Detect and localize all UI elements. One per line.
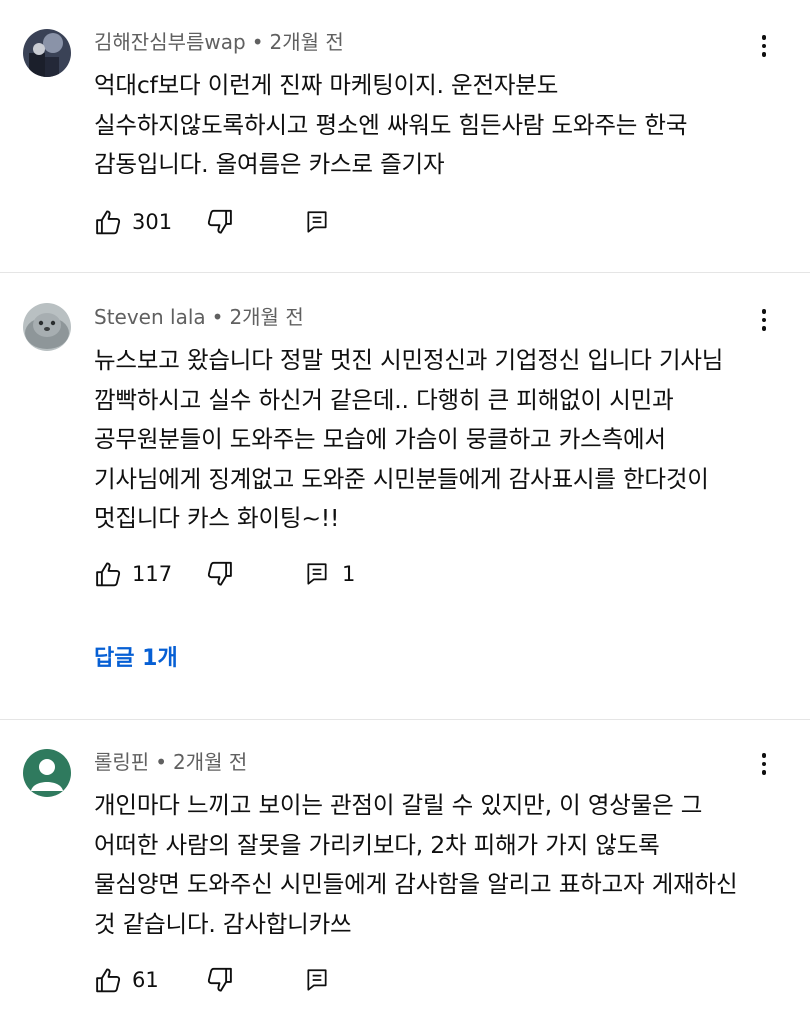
like-count: 61 <box>132 968 159 992</box>
author-name[interactable]: Steven lala <box>94 305 206 329</box>
thumb-down-icon <box>207 967 232 992</box>
comment-actions: 301 <box>94 204 330 240</box>
view-replies-link[interactable]: 답글 1개 <box>94 640 178 672</box>
separator-dot: • <box>155 750 167 774</box>
dislike-button[interactable] <box>204 559 304 589</box>
avatar[interactable] <box>23 303 71 351</box>
thumb-down-icon <box>207 561 232 586</box>
separator-dot: • <box>251 30 264 54</box>
comment-text: 뉴스보고 왔습니다 정말 멋진 시민정신과 기업정신 입니다 기사님 깜빡하시고… <box>94 346 731 532</box>
like-button[interactable]: 117 <box>94 559 204 589</box>
comment-text: 억대cf보다 이런게 진짜 마케팅이지. 운전자분도 실수하지않도록하시고 평소… <box>94 71 695 178</box>
dislike-button[interactable] <box>204 207 304 237</box>
like-button[interactable]: 301 <box>94 207 204 237</box>
comment-meta: Steven lala • 2개월 전 <box>94 303 746 331</box>
like-count: 117 <box>132 562 173 586</box>
comment-time: 2개월 전 <box>173 750 248 774</box>
like-button[interactable]: 61 <box>94 965 204 995</box>
like-count: 301 <box>132 210 173 234</box>
comment-meta: 김해잔심부름wap • 2개월 전 <box>94 28 746 56</box>
reply-icon <box>307 211 327 233</box>
reply-count: 1 <box>342 562 356 586</box>
comment-meta: 롤링핀 • 2개월 전 <box>94 748 746 776</box>
more-vert-icon[interactable] <box>752 302 776 338</box>
reply-button[interactable]: 1 <box>304 561 355 587</box>
reply-icon <box>307 969 327 991</box>
thumb-up-icon <box>96 968 121 993</box>
reply-button[interactable] <box>304 209 330 235</box>
separator-dot: • <box>211 305 224 329</box>
comment-time: 2개월 전 <box>269 30 344 54</box>
seal-photo-avatar-image <box>23 303 71 351</box>
reply-button[interactable] <box>304 967 330 993</box>
reply-icon <box>307 563 327 585</box>
author-name[interactable]: 롤링핀 <box>94 750 149 774</box>
avatar[interactable] <box>23 749 71 797</box>
author-name[interactable]: 김해잔심부름wap <box>94 30 246 54</box>
default-user-avatar-image <box>23 749 71 797</box>
thumb-down-icon <box>207 209 232 234</box>
more-vert-icon[interactable] <box>752 746 776 782</box>
comment-actions: 117 1 <box>94 556 355 592</box>
thumb-up-icon <box>96 210 121 235</box>
dark-photo-avatar-image <box>23 29 71 77</box>
thumb-up-icon <box>96 562 121 587</box>
comment-text: 개인마다 느끼고 보이는 관점이 갈릴 수 있지만, 이 영상물은 그 어떠한 … <box>94 791 745 938</box>
more-vert-icon[interactable] <box>752 28 776 64</box>
dislike-button[interactable] <box>204 965 304 995</box>
avatar[interactable] <box>23 29 71 77</box>
comment-actions: 61 <box>94 962 330 998</box>
comment-time: 2개월 전 <box>229 305 304 329</box>
